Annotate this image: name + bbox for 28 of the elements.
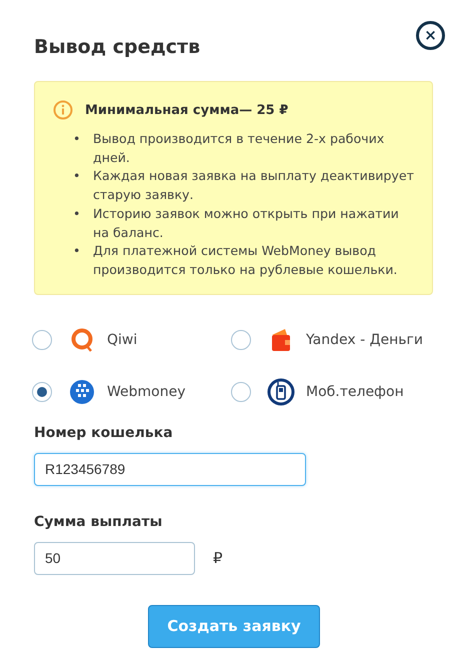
- method-label: Webmoney: [107, 384, 186, 400]
- notice-item: Вывод производится в течение 2-х рабочих дней.: [93, 130, 386, 167]
- method-label: Моб.телефон: [306, 384, 404, 400]
- dialog-title: Вывод средств: [34, 35, 200, 60]
- phone-icon: [267, 378, 295, 406]
- info-icon: [53, 100, 73, 120]
- notice-item: Каждая новая заявка на выплату деактивирует старую заявку.: [93, 167, 415, 204]
- globe-icon: [69, 378, 95, 405]
- bullet-mark: •: [73, 242, 82, 260]
- radio-button[interactable]: [231, 330, 251, 350]
- bullet-mark: •: [73, 167, 82, 186]
- field-label: Номер кошелька: [34, 424, 174, 441]
- radio-button[interactable]: [32, 330, 52, 350]
- bullet-mark: •: [73, 130, 82, 148]
- notice-item: Историю заявок можно открыть при нажатии на баланс.: [93, 204, 400, 242]
- field-label: Сумма выплаты: [34, 514, 164, 530]
- currency-sign: ₽: [213, 549, 223, 568]
- notice-heading: Минимальная сумма— 25 ₽: [85, 102, 288, 118]
- input-field[interactable]: R123456789: [34, 452, 306, 486]
- radio-button[interactable]: [231, 382, 251, 402]
- close-button[interactable]: ×: [416, 21, 445, 50]
- method-label: Qiwi: [107, 332, 138, 348]
- notice-item: Для платежной системы WebMoney вывод производится только на рублевые кошельки.: [93, 242, 398, 279]
- method-label: Yandex - Деньги: [306, 332, 423, 348]
- input-field[interactable]: 50: [34, 542, 195, 575]
- bullet-mark: •: [73, 204, 82, 223]
- radio-button[interactable]: [32, 382, 52, 402]
- qiwi-icon: [69, 326, 95, 353]
